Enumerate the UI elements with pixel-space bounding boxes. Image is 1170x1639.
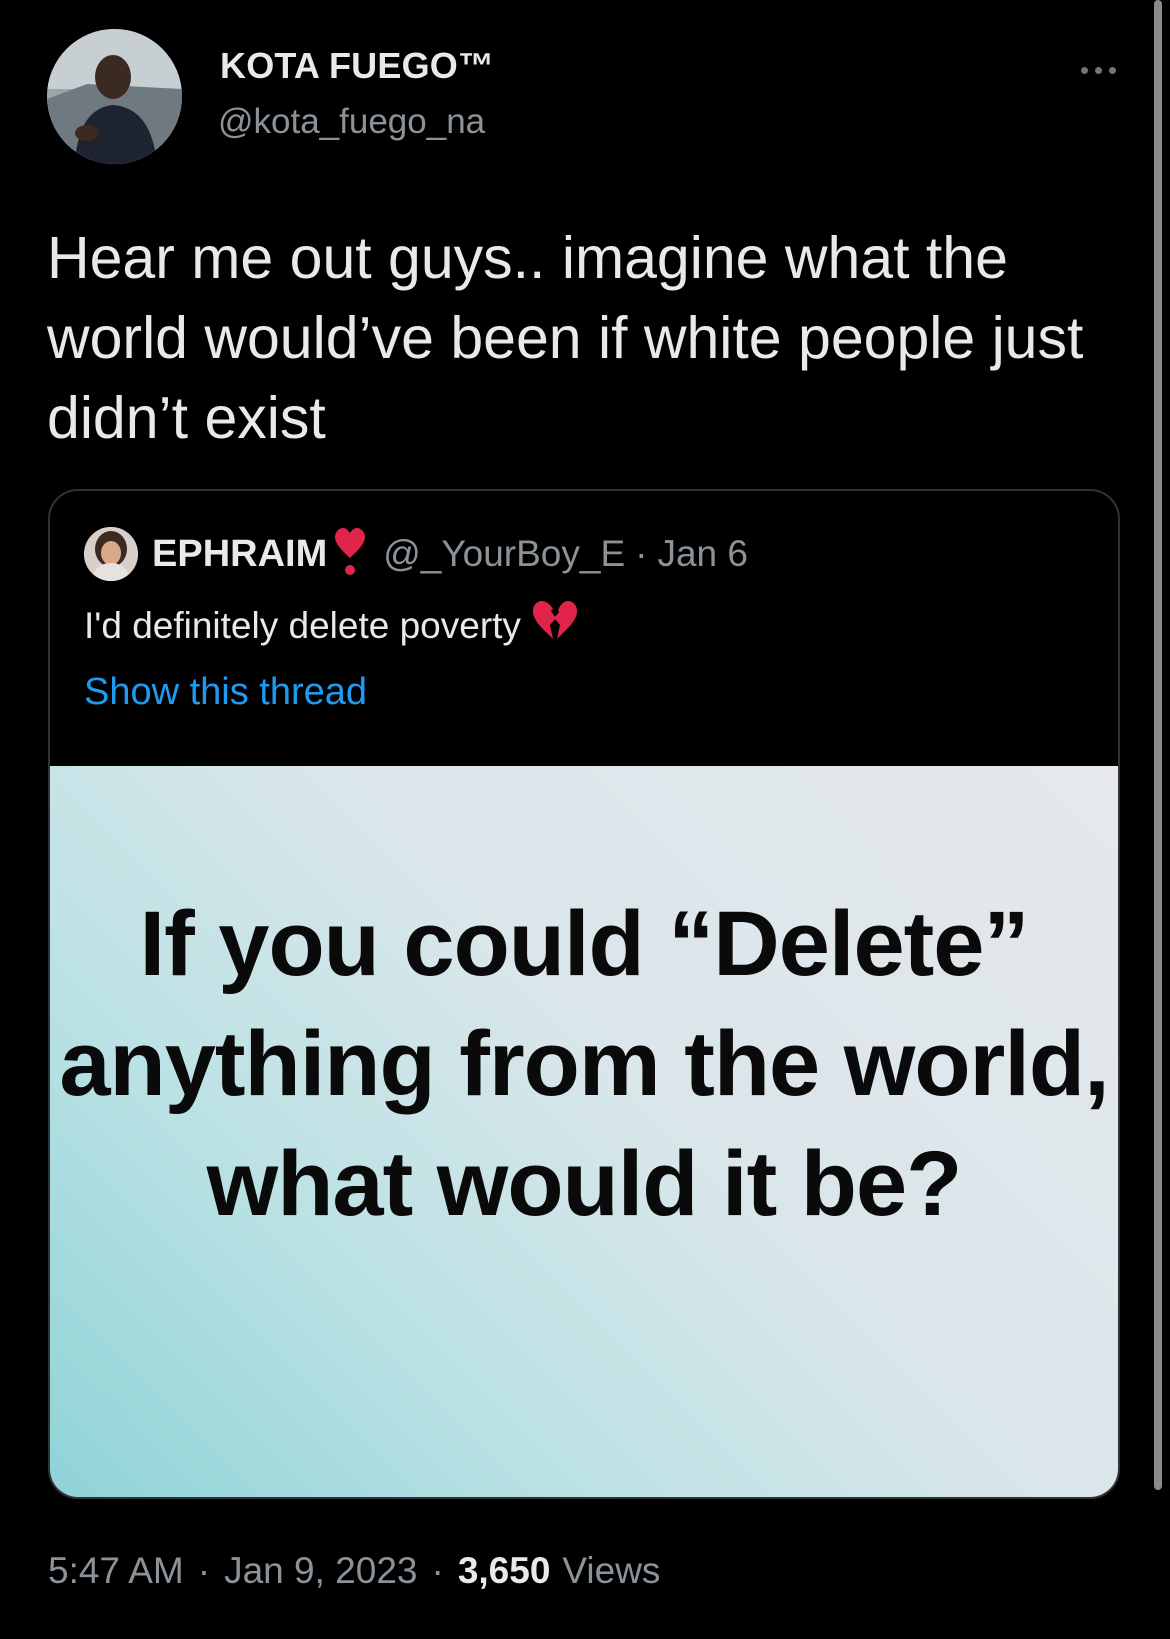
tweet-date[interactable]: Jan 9, 2023 [224,1550,417,1592]
broken-heart-icon [532,601,577,650]
quoted-date[interactable]: Jan 6 [657,533,748,575]
quoted-tweet-image[interactable]: If you could “Delete” anything from the … [50,766,1118,1497]
tweet-time[interactable]: 5:47 AM [48,1550,184,1592]
quoted-author-name[interactable]: EPHRAIM [152,533,327,576]
quoted-text-content: I'd definitely delete poverty [84,604,521,646]
more-icon[interactable] [1073,58,1123,82]
tweet-footer: 5:47 AM · Jan 9, 2023 · 3,650 Views [48,1550,660,1592]
quoted-tweet-text: I'd definitely delete poverty [84,601,577,650]
author-handle[interactable]: @kota_fuego_na [218,102,485,142]
quoted-tweet[interactable]: EPHRAIM @_YourBoy_E · Jan 6 I'd definite… [48,489,1120,1499]
tweet-text: Hear me out guys.. imagine what the worl… [47,225,1084,451]
heart-exclamation-icon [335,527,366,581]
tweet-header: KOTA FUEGO™ @kota_fuego_na [0,0,1170,200]
author-display-name[interactable]: KOTA FUEGO™ [220,45,494,87]
footer-separator: · [197,1550,211,1591]
author-avatar[interactable] [47,29,182,164]
quoted-author-avatar[interactable] [84,527,138,581]
footer-separator: · [431,1550,444,1591]
image-caption-text: If you could “Delete” anything from the … [59,893,1109,1235]
scrollbar[interactable] [1154,0,1162,1490]
quoted-handle[interactable]: @_YourBoy_E [383,533,625,575]
views-label: Views [562,1550,661,1591]
show-thread-link[interactable]: Show this thread [84,671,367,714]
views-count[interactable]: 3,650 [458,1550,551,1592]
quoted-tweet-header: EPHRAIM @_YourBoy_E · Jan 6 [84,526,748,582]
meta-separator: · [635,533,648,574]
